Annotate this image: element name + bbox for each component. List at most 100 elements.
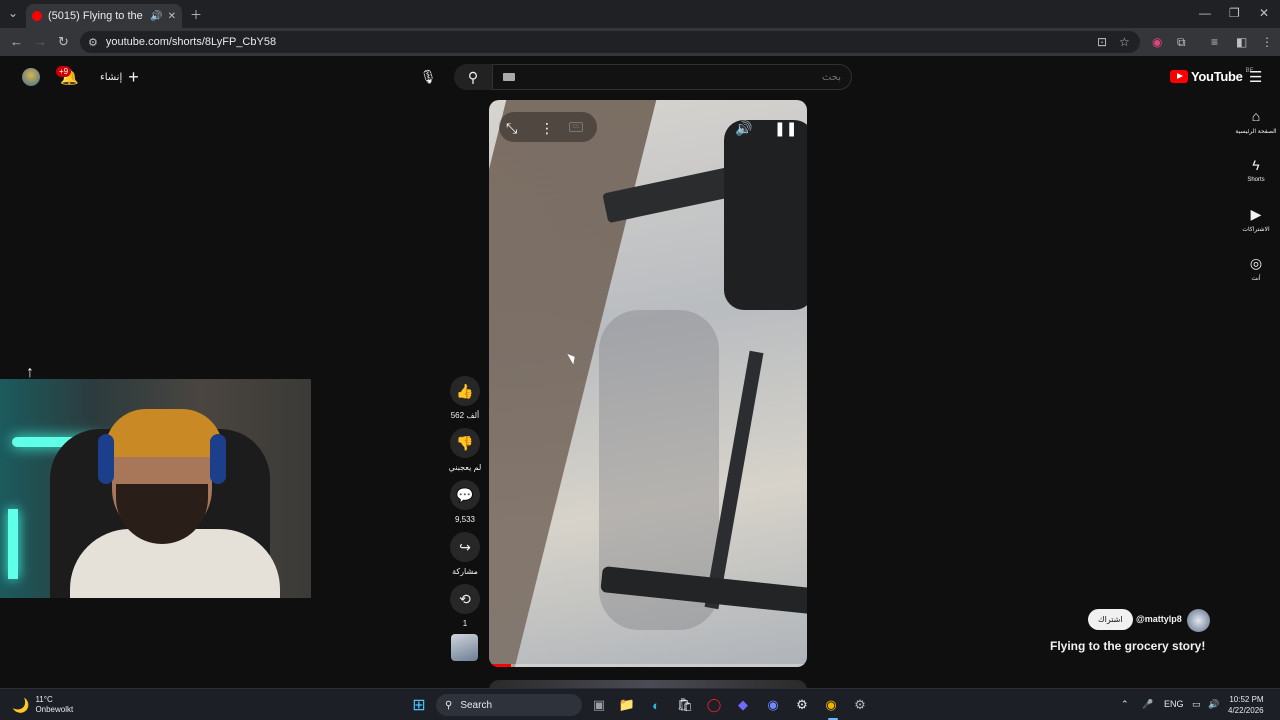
volume-tray-icon[interactable]: 🔊 [1208,699,1219,710]
you-icon: ◎ [1249,255,1263,271]
reload-icon[interactable]: ↻ [58,34,69,50]
language-indicator[interactable]: ENG [1164,699,1184,709]
remix-action[interactable]: ⟲ 1 [446,584,484,628]
search-input[interactable]: بحث [492,64,852,90]
tab-audio-icon[interactable]: 🔊 [150,11,162,22]
windows-taskbar: 🌙 11°C Onbewolkt ⊞ ⚲ Search ▣ 📁 ◐ 🛍 ◯ ◆ … [0,688,1280,720]
streamer-cap [105,409,223,457]
create-label: إنشاء [100,71,123,83]
dislike-button[interactable]: 👎 [450,428,480,458]
bookmark-star-icon[interactable]: ☆ [1119,35,1130,49]
network-icon[interactable]: ▭ [1192,699,1201,710]
tab-close-icon[interactable]: ✕ [168,11,176,22]
video-progress-bar[interactable] [489,664,807,667]
clock-date: 4/22/2026 [1228,706,1264,715]
weather-temperature: 11°C [35,695,53,704]
youtube-logo[interactable]: YouTube BE [1170,68,1254,84]
guide-label-you: أنت [1251,276,1261,282]
weather-widget[interactable]: 🌙 11°C Onbewolkt [12,695,73,715]
moon-weather-icon: 🌙 [12,696,30,713]
extensions-puzzle-icon[interactable]: ⧉ [1177,35,1186,50]
like-button[interactable]: 👍 [450,376,480,406]
subscriptions-icon: ▶ [1250,206,1262,222]
discord-icon[interactable]: ◉ [764,696,782,714]
webcam-overlay [0,379,311,598]
system-clock[interactable]: 10:52 PM 4/22/2026 [1228,694,1264,716]
headset-left [98,434,114,484]
restore-icon[interactable]: ❐ [1229,6,1240,20]
chrome-icon[interactable]: ◉ [822,696,840,714]
minimize-icon[interactable]: — [1199,6,1211,20]
tray-overflow-icon[interactable]: ⌃ [1121,699,1129,710]
search-icon: ⚲ [467,68,479,85]
window-close-icon[interactable]: ✕ [1259,6,1269,20]
short-video-player[interactable]: ⤡ ⋮ CC 🔊 ❚❚ [489,100,807,667]
edge-browser-icon[interactable]: ◐ [647,696,665,714]
youtube-play-icon [1170,70,1188,83]
home-icon: ⌂ [1251,108,1261,124]
video-progress-fill [489,664,512,667]
logo-text: YouTube [1191,69,1243,84]
browser-tab-active[interactable]: (5015) Flying to the grocery 🔊 ✕ [26,4,182,28]
profile-icon[interactable]: ◧ [1236,35,1247,49]
keyboard-icon[interactable] [503,73,515,81]
back-icon[interactable]: ← [10,34,23,49]
remix-button[interactable]: ⟲ [450,584,480,614]
guide-menu-icon[interactable]: ☰ [1249,68,1262,86]
voice-search-mic-icon[interactable]: 🎙 [417,66,439,88]
guide-item-shorts[interactable]: ϟ Shorts [1232,157,1280,183]
video-drone-motor [724,120,807,310]
settings-app-icon[interactable]: ⚙ [851,696,869,714]
like-action[interactable]: 👍 562 ألف [446,376,484,420]
media-controls-icon[interactable]: ≡ [1211,35,1218,49]
more-options-icon[interactable]: ⋮ [540,120,554,137]
microphone-tray-icon[interactable]: 🎤 [1142,699,1153,710]
url-text: youtube.com/shorts/8LyFP_CbY58 [105,36,277,48]
volume-icon[interactable]: 🔊 [735,120,752,137]
search-placeholder: بحث [821,71,841,83]
extension-record-icon[interactable]: ◉ [1152,35,1162,49]
pause-icon[interactable]: ❚❚ [774,120,797,137]
dislike-action[interactable]: 👎 لم يعجبني [446,428,484,472]
task-view-icon[interactable]: ▣ [590,696,608,714]
plus-icon: + [128,67,139,87]
forward-icon[interactable]: → [34,34,47,49]
comments-action[interactable]: 💬 9,533 [446,480,484,524]
remix-count: 1 [462,619,468,628]
steam-icon[interactable]: ⚙ [793,696,811,714]
like-count: 562 ألف [450,411,480,420]
account-avatar[interactable] [22,68,40,86]
media-app-icon[interactable]: ◆ [734,696,752,714]
file-explorer-icon[interactable]: 📁 [618,696,636,714]
search-button[interactable]: ⚲ [454,64,492,90]
share-button[interactable]: ↪ [450,532,480,562]
fullscreen-icon[interactable]: ⤡ [506,120,517,137]
opera-gx-icon[interactable]: ◯ [705,696,723,714]
share-action[interactable]: ↪ مشاركة [446,532,484,576]
taskbar-search[interactable]: ⚲ Search [436,694,582,716]
thumbs-up-icon: 👍 [456,382,474,399]
url-omnibox[interactable]: ⚙ youtube.com/shorts/8LyFP_CbY58 [80,31,1140,53]
comments-button[interactable]: 💬 [450,480,480,510]
short-title[interactable]: Flying to the grocery story! [1050,639,1205,653]
sound-source-thumbnail[interactable] [451,634,478,661]
browser-menu-icon[interactable]: ⋮ [1261,35,1273,49]
channel-avatar[interactable] [1187,609,1210,632]
store-icon[interactable]: 🛍 [676,696,694,714]
tab-search-icon[interactable]: ⌄ [8,6,18,20]
guide-item-subscriptions[interactable]: ▶ الاشتراكات [1232,206,1280,233]
browser-address-bar: ← → ↻ ⚙ youtube.com/shorts/8LyFP_CbY58 ⊡… [0,28,1280,56]
captions-icon[interactable]: CC [569,122,583,132]
guide-item-home[interactable]: ⌂ الصفحة الرئيسية [1232,108,1280,135]
windows-start-icon[interactable]: ⊞ [410,696,428,714]
install-app-icon[interactable]: ⊡ [1097,35,1107,49]
new-tab-icon[interactable]: ＋ [190,6,202,23]
neon-light-vertical [8,509,18,579]
taskbar-search-icon: ⚲ [445,699,453,711]
guide-item-you[interactable]: ◎ أنت [1232,255,1280,282]
site-info-icon[interactable]: ⚙ [88,36,98,49]
subscribe-button[interactable]: اشتراك [1088,609,1133,630]
channel-handle[interactable]: @mattylp8 [1136,614,1182,624]
create-button[interactable]: إنشاء + [92,66,147,88]
taskbar-search-label: Search [460,699,493,711]
